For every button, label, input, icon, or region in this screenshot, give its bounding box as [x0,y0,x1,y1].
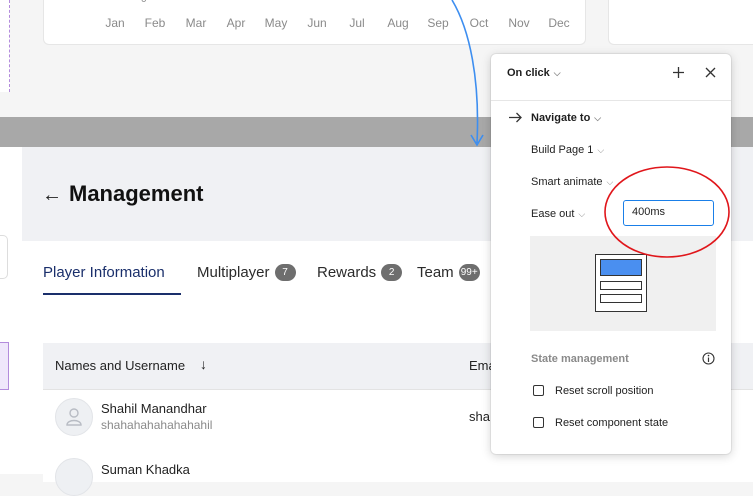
add-icon[interactable] [672,66,685,79]
info-icon[interactable] [702,352,715,365]
tab-label: Rewards [317,264,377,281]
x-axis-tick: Apr [226,16,246,30]
trigger-dropdown[interactable]: On click ⌵ [507,67,561,79]
tab-player-information[interactable]: Player Information [43,264,165,281]
left-frame-input[interactable] [0,235,8,279]
chevron-down-icon: ⌵ [578,209,586,219]
column-header-names[interactable]: Names and Username [55,358,185,373]
panel-divider [491,100,731,101]
count-badge: 2 [381,264,403,281]
x-axis-tick: Nov [508,16,530,30]
action-label: Navigate to [531,112,591,124]
preview-line [600,281,642,290]
avatar [55,458,93,496]
chevron-down-icon: ⌵ [553,68,561,78]
player-name: Suman Khadka [101,462,190,477]
active-tab-indicator [43,293,181,295]
tab-label: Multiplayer [197,264,270,281]
x-axis-tick: Oct [469,16,489,30]
x-axis-tick: Mar [185,16,207,30]
section-heading-state-management: State management [531,353,629,365]
destination-dropdown[interactable]: Build Page 1 ⌵ [531,144,604,156]
x-axis-tick: Jun [307,16,327,30]
x-axis-tick: Aug [387,16,409,30]
reset-scroll-checkbox[interactable] [533,385,544,396]
tab-label: Team [417,264,454,281]
x-axis-tick: Feb [144,16,166,30]
count-badge: 7 [274,264,296,281]
x-axis-tick: Jan [105,16,125,30]
chevron-down-icon: ⌵ [606,177,614,187]
player-email: sha [469,409,490,424]
avatar [55,398,93,436]
left-frame-strip [0,147,23,474]
player-name: Shahil Manandhar [101,401,207,416]
player-username: shahahahahahahahil [101,418,213,432]
right-frame-card [608,0,753,45]
x-axis-tick: Dec [548,16,570,30]
x-axis-tick: May [264,16,288,30]
destination-label: Build Page 1 [531,144,594,156]
animation-label: Smart animate [531,176,603,188]
left-frame-selected-item[interactable] [0,342,9,390]
chevron-down-icon: ⌵ [594,113,602,123]
chevron-down-icon: ⌵ [597,145,605,155]
x-axis-tick: Jul [349,16,365,30]
tab-team[interactable]: Team 99+ [417,264,480,281]
arrow-right-icon [509,112,522,123]
reset-component-checkbox[interactable] [533,417,544,428]
reset-scroll-label: Reset scroll position [555,385,654,397]
easing-label: Ease out [531,208,575,220]
sort-down-icon[interactable]: ↓ [200,356,207,372]
chart-card: 0 Jan Feb Mar Apr May Jun Jul Aug Sep Oc… [43,0,586,45]
user-icon [66,408,82,426]
left-frame-edge[interactable] [0,0,10,92]
table-row[interactable]: Suman Khadka [43,452,753,496]
action-dropdown[interactable]: Navigate to ⌵ [531,112,601,124]
easing-dropdown[interactable]: Ease out ⌵ [531,208,585,220]
back-arrow-icon[interactable]: ← [42,184,62,207]
x-axis-tick: Sep [427,16,449,30]
preview-line [600,294,642,303]
duration-input[interactable]: 400ms [623,200,714,226]
count-badge: 99+ [458,264,480,281]
close-icon[interactable] [704,66,717,79]
animation-dropdown[interactable]: Smart animate ⌵ [531,176,613,188]
tab-multiplayer[interactable]: Multiplayer 7 [197,264,296,281]
trigger-label: On click [507,67,550,79]
page-title: Management [69,181,204,206]
y-axis-tick-zero: 0 [141,0,147,5]
tab-label: Player Information [43,264,165,281]
preview-highlight-block [600,259,642,276]
reset-component-label: Reset component state [555,417,669,429]
tab-rewards[interactable]: Rewards 2 [317,264,403,281]
